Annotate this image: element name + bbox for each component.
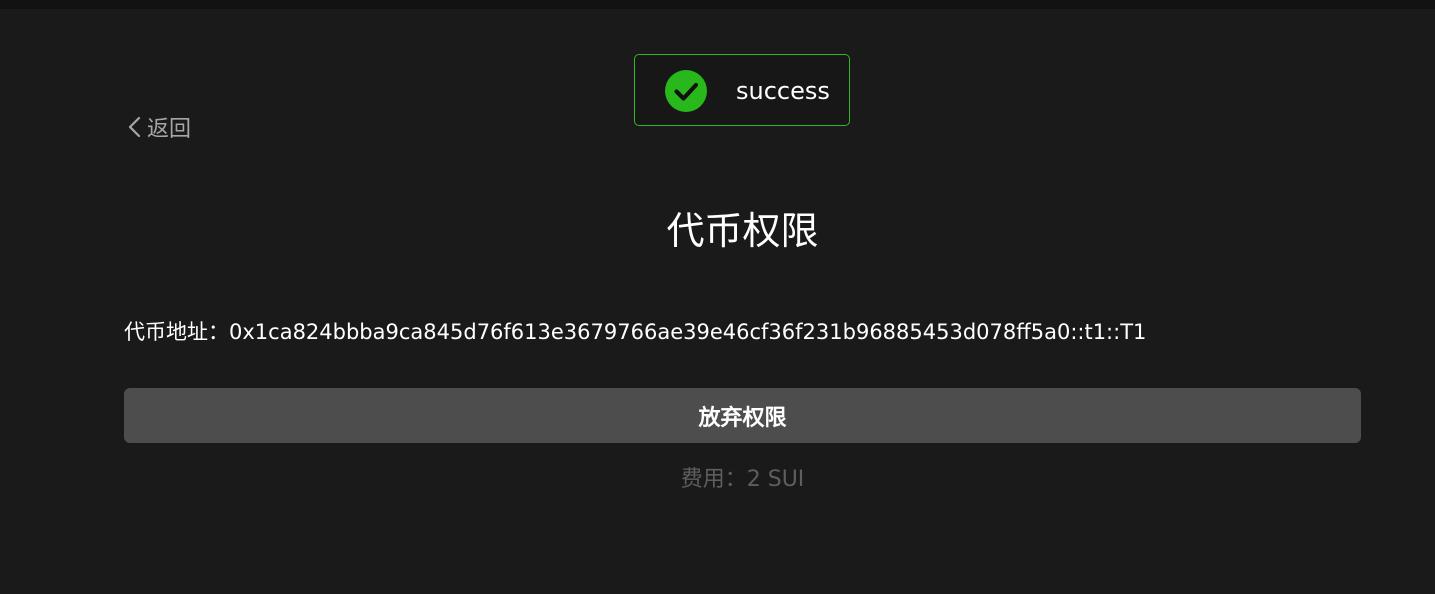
fee-info: 费用：2 SUI <box>0 464 1435 496</box>
page-root: success 返回 代币权限 代币地址：0x1ca824bbba9ca845d… <box>0 0 1435 594</box>
fee-value: 2 SUI <box>746 467 805 492</box>
back-button[interactable]: 返回 <box>126 112 191 142</box>
token-address-value: 0x1ca824bbba9ca845d76f613e3679766ae39e46… <box>229 320 1147 344</box>
token-address-label: 代币地址： <box>124 320 229 344</box>
chevron-left-icon <box>126 115 144 139</box>
top-bar <box>0 0 1435 9</box>
relinquish-permission-button[interactable]: 放弃权限 <box>124 388 1361 443</box>
back-label: 返回 <box>147 117 192 142</box>
toast-message: success <box>736 77 830 105</box>
check-circle-icon <box>665 70 707 112</box>
token-address-row: 代币地址：0x1ca824bbba9ca845d76f613e3679766ae… <box>124 316 1146 348</box>
page-title: 代币权限 <box>666 209 819 253</box>
fee-label: 费用： <box>680 467 747 492</box>
success-toast: success <box>634 54 850 126</box>
